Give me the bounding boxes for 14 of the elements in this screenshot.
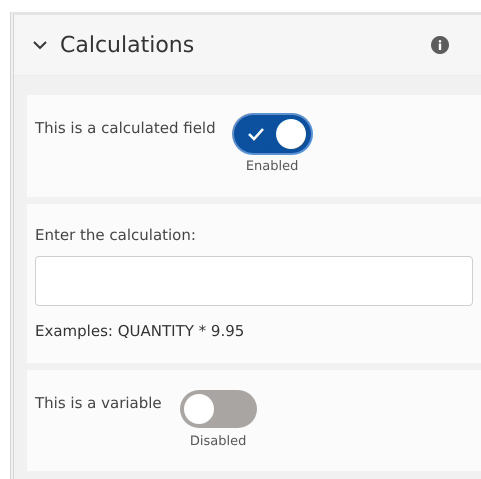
field-label: Enter the calculation: — [35, 224, 197, 246]
chevron-down-icon[interactable] — [32, 40, 48, 50]
toggle-state-text: Disabled — [190, 432, 246, 450]
toggle-state-text: Enabled — [246, 158, 298, 176]
panel-header[interactable]: Calculations — [14, 15, 481, 76]
toggle-label: This is a variable — [35, 392, 162, 414]
toggle-switch[interactable] — [234, 115, 311, 153]
example-text: Examples: QUANTITY * 9.95 — [35, 321, 246, 342]
panel-title: Calculations — [60, 32, 194, 60]
toggle-switch[interactable] — [180, 390, 257, 428]
calculation-field[interactable] — [35, 256, 473, 306]
toggle-label: This is a calculated field — [35, 118, 216, 139]
info-icon[interactable] — [431, 36, 449, 54]
check-icon — [246, 127, 265, 141]
